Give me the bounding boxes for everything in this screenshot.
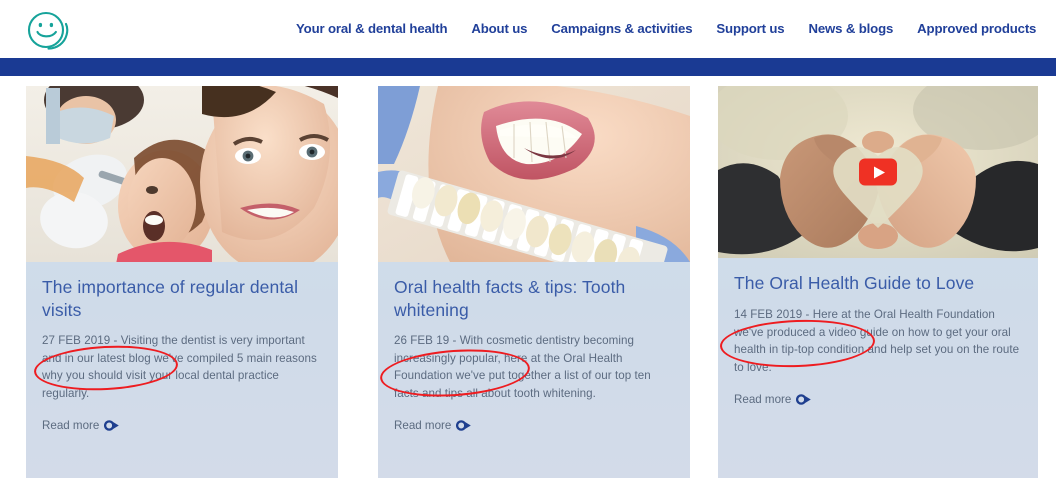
article-thumbnail[interactable] [378, 86, 690, 262]
header-accent-bar [0, 58, 1056, 76]
article-date: 27 FEB 2019 [42, 334, 111, 348]
read-more-label: Read more [394, 418, 452, 432]
article-date: 14 FEB 2019 [734, 308, 803, 322]
article-video-thumbnail[interactable] [718, 86, 1038, 258]
page-root: Your oral & dental health About us Campa… [0, 0, 1056, 502]
youtube-play-button[interactable] [859, 158, 897, 186]
article-date: 26 FEB 19 [394, 334, 450, 348]
arrow-circle-right-icon [456, 419, 473, 432]
article-content: The Oral Health Guide to Love 14 FEB 201… [718, 258, 1038, 406]
article-thumbnail[interactable] [26, 86, 338, 262]
article-title[interactable]: Oral health facts & tips: Tooth whitenin… [394, 276, 674, 322]
nav-item-approved-products[interactable]: Approved products [917, 22, 1036, 35]
article-title[interactable]: The importance of regular dental visits [42, 276, 322, 322]
arrow-circle-right-icon [796, 393, 813, 406]
site-header: Your oral & dental health About us Campa… [0, 0, 1056, 58]
article-excerpt: 14 FEB 2019 - Here at the Oral Health Fo… [734, 306, 1022, 376]
smiley-logo-icon [27, 11, 69, 50]
play-triangle-icon [874, 166, 885, 178]
article-excerpt: 27 FEB 2019 - Visiting the dentist is ve… [42, 332, 322, 402]
article-card[interactable]: The importance of regular dental visits … [26, 86, 338, 478]
arrow-circle-right-icon [104, 419, 121, 432]
tooth-whitening-shade-guide-photo [378, 86, 690, 262]
site-logo[interactable] [24, 9, 70, 51]
read-more-link[interactable]: Read more [734, 393, 1022, 406]
nav-item-support-us[interactable]: Support us [716, 22, 784, 35]
read-more-label: Read more [42, 418, 100, 432]
nav-item-campaigns-activities[interactable]: Campaigns & activities [551, 22, 692, 35]
dentist-examining-patient-photo [26, 86, 338, 262]
article-card[interactable]: Oral health facts & tips: Tooth whitenin… [378, 86, 690, 478]
article-title[interactable]: The Oral Health Guide to Love [734, 272, 1022, 295]
read-more-label: Read more [734, 392, 792, 406]
nav-item-your-oral-dental-health[interactable]: Your oral & dental health [296, 22, 448, 35]
article-content: The importance of regular dental visits … [26, 262, 338, 432]
article-card-grid: The importance of regular dental visits … [0, 86, 1056, 480]
date-separator: - [110, 334, 121, 348]
read-more-link[interactable]: Read more [394, 419, 674, 432]
date-separator: - [802, 308, 813, 322]
nav-item-about-us[interactable]: About us [471, 22, 527, 35]
article-card[interactable]: The Oral Health Guide to Love 14 FEB 201… [718, 86, 1038, 478]
nav-item-news-blogs[interactable]: News & blogs [809, 22, 894, 35]
main-navigation: Your oral & dental health About us Campa… [296, 0, 1036, 58]
read-more-link[interactable]: Read more [42, 419, 322, 432]
date-separator: - [449, 334, 460, 348]
article-excerpt: 26 FEB 19 - With cosmetic dentistry beco… [394, 332, 674, 402]
article-content: Oral health facts & tips: Tooth whitenin… [378, 262, 690, 432]
